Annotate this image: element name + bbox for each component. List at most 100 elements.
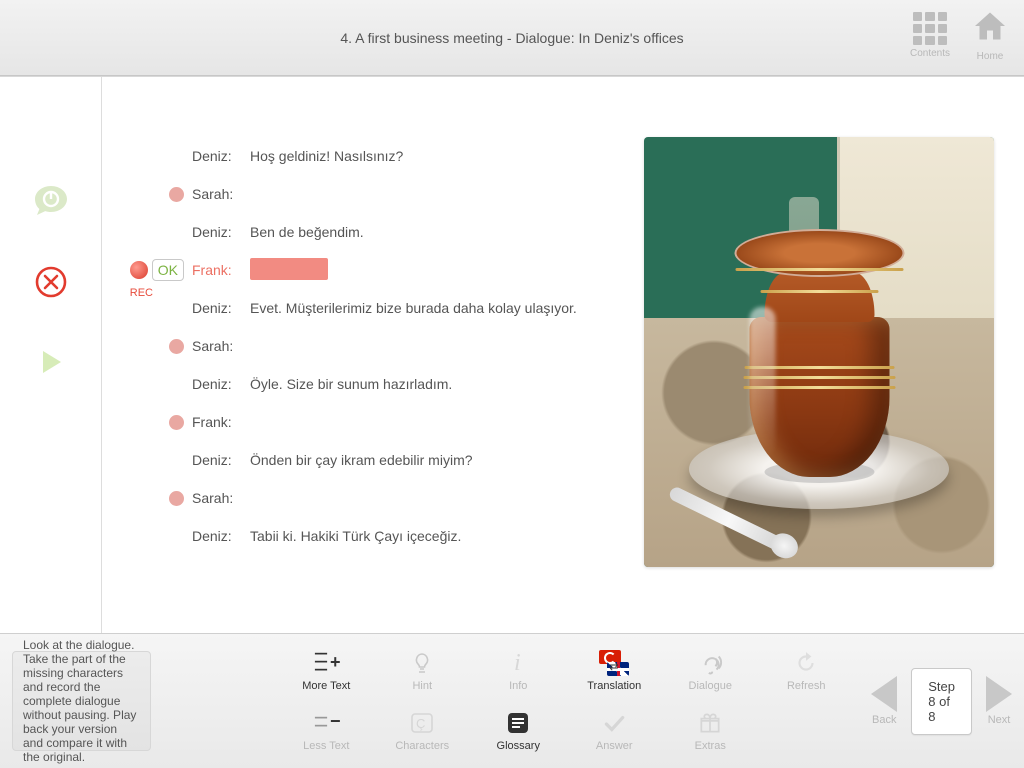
speaker-label: Deniz:	[192, 376, 248, 392]
translation-flags-icon: ⇄	[599, 650, 629, 676]
instruction-box: Look at the dialogue. Take the part of t…	[12, 651, 151, 751]
glossary-icon	[503, 710, 533, 736]
record-dot-icon[interactable]	[169, 339, 184, 354]
dialogue-row: Deniz:Evet. Müşterilerimiz bize burada d…	[122, 289, 614, 327]
playback-toggle-button[interactable]	[31, 182, 71, 222]
speaker-label: Sarah:	[192, 186, 248, 202]
top-right-controls: Contents Home	[910, 8, 1008, 62]
speaker-label: Deniz:	[192, 224, 248, 240]
record-dot-icon[interactable]	[169, 187, 184, 202]
dialogue-label: Dialogue	[689, 680, 732, 692]
line-text: Öyle. Size bir sunum hazırladım.	[248, 376, 614, 392]
play-button[interactable]	[31, 342, 71, 382]
info-icon: i	[503, 650, 533, 676]
home-button[interactable]: Home	[972, 8, 1008, 62]
extras-label: Extras	[695, 740, 726, 752]
info-button[interactable]: i Info	[473, 643, 563, 699]
bottom-bar: Look at the dialogue. Take the part of t…	[0, 633, 1024, 768]
svg-text:i: i	[514, 650, 521, 676]
line-text: Tabii ki. Hakiki Türk Çayı içeceğiz.	[248, 528, 614, 544]
cancel-button[interactable]	[31, 262, 71, 302]
characters-button[interactable]: Ç Characters	[377, 703, 467, 759]
play-icon	[37, 348, 65, 376]
hint-label: Hint	[412, 680, 432, 692]
refresh-icon	[791, 650, 821, 676]
refresh-label: Refresh	[787, 680, 826, 692]
line-text	[248, 258, 614, 283]
answer-label: Answer	[596, 740, 633, 752]
lesson-image	[644, 137, 994, 567]
speaker-label: Deniz:	[192, 300, 248, 316]
dialogue-row: Sarah:	[122, 479, 614, 517]
more-text-icon: ━━━━━━	[315, 651, 327, 675]
home-icon	[972, 8, 1008, 49]
step-indicator[interactable]: Step 8 of 8	[911, 668, 972, 735]
record-cell	[122, 187, 192, 202]
plus-icon: +	[330, 652, 341, 673]
dialogue-row: Frank:	[122, 403, 614, 441]
characters-label: Characters	[395, 740, 449, 752]
glossary-button[interactable]: Glossary	[473, 703, 563, 759]
line-text: Hoş geldiniz! Nasılsınız?	[248, 148, 614, 164]
arrow-right-icon	[986, 676, 1012, 712]
refresh-button[interactable]: Refresh	[761, 643, 851, 699]
nav-cluster: Back Step 8 of 8 Next	[871, 668, 1012, 735]
lesson-image-column	[644, 137, 994, 613]
record-dot-icon[interactable]	[169, 415, 184, 430]
line-text: Evet. Müşterilerimiz bize burada daha ko…	[248, 300, 614, 316]
gift-icon	[695, 710, 725, 736]
glossary-label: Glossary	[497, 740, 540, 752]
speaker-label: Deniz:	[192, 148, 248, 164]
back-label: Back	[872, 714, 896, 726]
check-icon	[599, 710, 629, 736]
audio-ear-icon	[695, 650, 725, 676]
tool-grid: ━━━━━━+ More Text Hint i Info ⇄ Translat…	[171, 643, 851, 759]
speech-power-icon	[31, 182, 71, 222]
hint-button[interactable]: Hint	[377, 643, 467, 699]
speaker-label: Frank:	[192, 414, 248, 430]
record-cell: RECOK	[122, 259, 192, 281]
speaker-label: Frank:	[192, 262, 248, 278]
dialogue-row: RECOKFrank:	[122, 251, 614, 289]
less-text-label: Less Text	[303, 740, 349, 752]
more-text-button[interactable]: ━━━━━━+ More Text	[281, 643, 371, 699]
top-bar: 4. A first business meeting - Dialogue: …	[0, 0, 1024, 76]
contents-button[interactable]: Contents	[910, 12, 950, 59]
record-indicator-icon[interactable]	[130, 261, 148, 279]
lightbulb-icon	[407, 650, 437, 676]
grid-icon	[913, 12, 947, 46]
translation-button[interactable]: ⇄ Translation	[569, 643, 659, 699]
record-cell	[122, 339, 192, 354]
home-label: Home	[977, 51, 1004, 62]
record-cell	[122, 415, 192, 430]
speaker-label: Deniz:	[192, 452, 248, 468]
dialogue-row: Deniz:Ben de beğendim.	[122, 213, 614, 251]
line-text: Önden bir çay ikram edebilir miyim?	[248, 452, 614, 468]
info-label: Info	[509, 680, 527, 692]
characters-icon: Ç	[407, 710, 437, 736]
line-text: Ben de beğendim.	[248, 224, 614, 240]
svg-text:Ç: Ç	[416, 716, 425, 731]
less-text-button[interactable]: ━━━━− Less Text	[281, 703, 371, 759]
ok-button[interactable]: OK	[152, 259, 184, 281]
next-button[interactable]: Next	[986, 676, 1012, 726]
dialogue-row: Sarah:	[122, 175, 614, 213]
less-text-icon: ━━━━	[315, 715, 327, 731]
close-circle-icon	[34, 265, 68, 299]
minus-icon: −	[330, 711, 341, 732]
dialogue-row: Sarah:	[122, 327, 614, 365]
dialogue-area: Deniz:Hoş geldiniz! Nasılsınız?Sarah:Den…	[102, 77, 1024, 633]
answer-button[interactable]: Answer	[569, 703, 659, 759]
dialogue-list: Deniz:Hoş geldiniz! Nasılsınız?Sarah:Den…	[122, 137, 614, 613]
answer-pill[interactable]	[250, 258, 328, 280]
more-text-label: More Text	[302, 680, 350, 692]
next-label: Next	[988, 714, 1011, 726]
record-dot-icon[interactable]	[169, 491, 184, 506]
back-button[interactable]: Back	[871, 676, 897, 726]
extras-button[interactable]: Extras	[665, 703, 755, 759]
record-cell	[122, 491, 192, 506]
translation-label: Translation	[587, 680, 641, 692]
dialogue-button[interactable]: Dialogue	[665, 643, 755, 699]
dialogue-row: Deniz:Öyle. Size bir sunum hazırladım.	[122, 365, 614, 403]
contents-label: Contents	[910, 48, 950, 59]
